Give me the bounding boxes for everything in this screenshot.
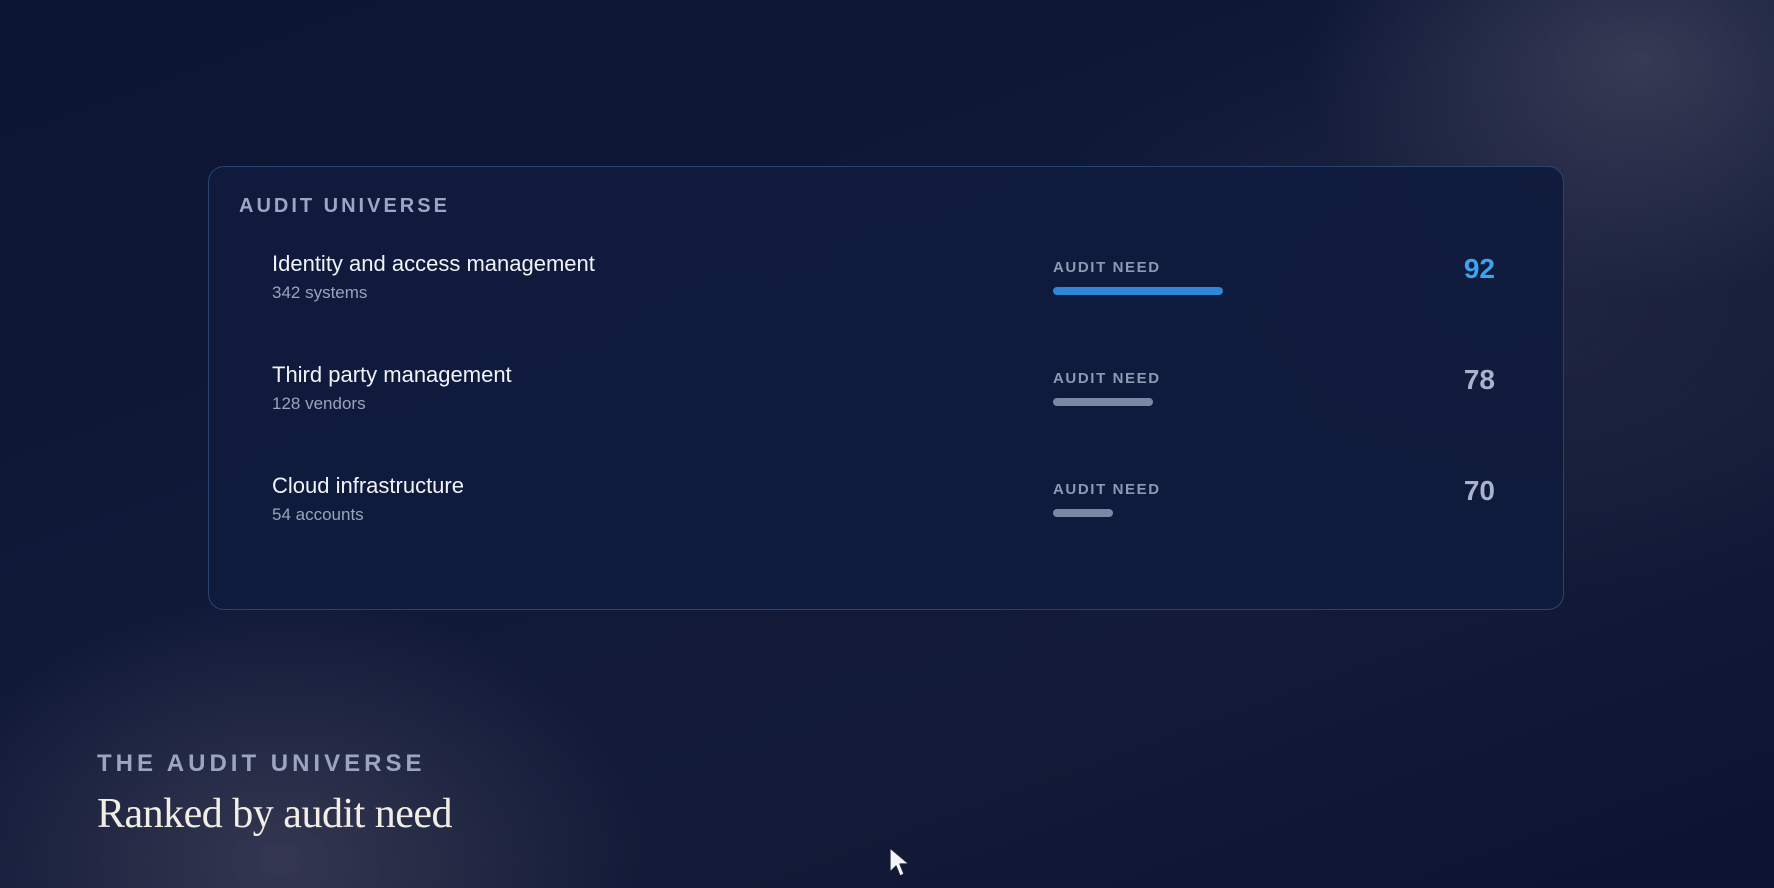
row-subtitle: 54 accounts [272, 505, 364, 524]
row-subtitle: 128 vendors [272, 394, 366, 413]
row-name: Cloud infrastructure [272, 473, 464, 498]
audit-need-label: AUDIT NEED [1053, 259, 1161, 276]
list-item[interactable]: Cloud infrastructure 54 accounts AUDIT N… [209, 473, 1563, 553]
row-name: Third party management [272, 362, 512, 387]
section-heading: Ranked by audit need [97, 791, 453, 837]
audit-need-label: AUDIT NEED [1053, 370, 1161, 387]
audit-need-score: 70 [1463, 475, 1495, 506]
row-name: Identity and access management [272, 251, 595, 276]
audit-universe-panel: AUDIT UNIVERSE Identity and access manag… [208, 166, 1564, 610]
list-item[interactable]: Third party management 128 vendors AUDIT… [209, 362, 1563, 442]
audit-need-bar [1053, 287, 1223, 295]
audit-need-score: 78 [1463, 364, 1495, 395]
section-eyebrow: THE AUDIT UNIVERSE [97, 750, 426, 777]
audit-need-score: 92 [1463, 253, 1495, 284]
panel-title: AUDIT UNIVERSE [239, 195, 450, 217]
cursor-arrow-icon [889, 847, 910, 877]
audit-need-bar [1053, 398, 1153, 406]
list-item[interactable]: Identity and access management 342 syste… [209, 251, 1563, 331]
row-subtitle: 342 systems [272, 283, 368, 302]
audit-need-label: AUDIT NEED [1053, 481, 1161, 498]
audit-need-bar [1053, 509, 1113, 517]
